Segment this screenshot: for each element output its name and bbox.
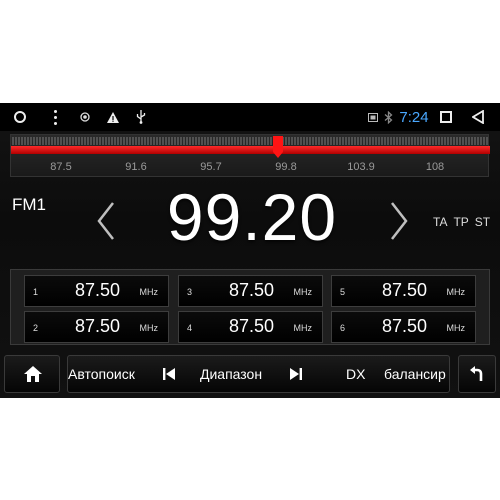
seek-down-chevron-icon[interactable] bbox=[95, 201, 117, 241]
preset-frequency: 87.50 bbox=[382, 280, 428, 300]
preset-unit: MHz bbox=[446, 323, 466, 333]
frequency-scale[interactable]: 87.5 91.6 95.7 99.8 103.9 108 bbox=[10, 134, 490, 177]
flag-st: ST bbox=[474, 215, 491, 229]
skip-back-icon bbox=[163, 368, 175, 380]
return-arrow-icon bbox=[470, 366, 483, 381]
preset-panel: 1 87.50 MHz 3 87.50 MHz 5 87.50 MHz 2 87… bbox=[10, 269, 490, 345]
range-button[interactable]: Диапазон bbox=[200, 356, 262, 392]
preset-number: 5 bbox=[340, 287, 346, 297]
scale-label: 95.7 bbox=[200, 161, 222, 173]
flag-tp: TP bbox=[453, 215, 469, 229]
recents-square-icon[interactable] bbox=[438, 103, 454, 131]
preset-button-3[interactable]: 3 87.50 MHz bbox=[178, 275, 323, 307]
balance-button[interactable]: балансир bbox=[384, 356, 446, 392]
vertical-dots-icon[interactable] bbox=[50, 103, 60, 131]
back-button[interactable] bbox=[458, 355, 496, 393]
preset-unit: MHz bbox=[139, 287, 159, 297]
preset-frequency: 87.50 bbox=[75, 280, 121, 300]
autosearch-button[interactable]: Автопоиск bbox=[68, 356, 135, 392]
preset-button-4[interactable]: 4 87.50 MHz bbox=[178, 311, 323, 343]
status-clock: 7:24 bbox=[399, 108, 429, 126]
home-icon bbox=[24, 366, 42, 382]
tuning-needle[interactable] bbox=[273, 136, 283, 158]
preset-number: 3 bbox=[187, 287, 193, 297]
scale-label: 87.5 bbox=[50, 161, 72, 173]
scale-label: 108 bbox=[425, 161, 445, 173]
preset-button-6[interactable]: 6 87.50 MHz bbox=[331, 311, 476, 343]
preset-unit: MHz bbox=[293, 323, 313, 333]
rds-flags: TA TP ST bbox=[433, 215, 490, 229]
seek-up-chevron-icon[interactable] bbox=[388, 201, 410, 241]
flag-ta: TA bbox=[433, 215, 448, 229]
preset-number: 1 bbox=[33, 287, 39, 297]
control-bar: Автопоиск Диапазон DX балансир bbox=[67, 355, 450, 393]
preset-unit: MHz bbox=[446, 287, 466, 297]
sim-icon bbox=[366, 103, 380, 131]
preset-unit: MHz bbox=[293, 287, 313, 297]
prev-station-button[interactable] bbox=[163, 356, 175, 392]
preset-frequency: 87.50 bbox=[75, 316, 121, 336]
usb-icon bbox=[134, 103, 148, 131]
status-bar: 7:24 bbox=[0, 103, 500, 131]
preset-number: 2 bbox=[33, 323, 39, 333]
dx-button[interactable]: DX bbox=[346, 356, 365, 392]
preset-unit: MHz bbox=[139, 323, 159, 333]
preset-button-1[interactable]: 1 87.50 MHz bbox=[24, 275, 169, 307]
preset-number: 4 bbox=[187, 323, 193, 333]
scale-label: 91.6 bbox=[125, 161, 147, 173]
warning-icon bbox=[106, 103, 120, 131]
scale-label: 99.8 bbox=[275, 161, 297, 173]
circle-home-icon[interactable] bbox=[12, 103, 28, 131]
back-triangle-icon[interactable] bbox=[470, 103, 486, 131]
home-button[interactable] bbox=[4, 355, 60, 393]
skip-forward-icon bbox=[290, 368, 302, 380]
current-frequency: 99.20 bbox=[166, 180, 338, 254]
next-station-button[interactable] bbox=[290, 356, 302, 392]
radio-screen: 7:24 87.5 91.6 95.7 99.8 103.9 108 FM1 9… bbox=[0, 103, 500, 398]
band-label[interactable]: FM1 bbox=[12, 195, 46, 215]
preset-frequency: 87.50 bbox=[382, 316, 428, 336]
scale-label: 103.9 bbox=[347, 161, 375, 173]
gps-icon bbox=[78, 103, 92, 131]
preset-button-2[interactable]: 2 87.50 MHz bbox=[24, 311, 169, 343]
bluetooth-icon bbox=[381, 103, 395, 131]
preset-frequency: 87.50 bbox=[229, 280, 275, 300]
preset-number: 6 bbox=[340, 323, 346, 333]
scale-red-band bbox=[11, 146, 490, 154]
preset-frequency: 87.50 bbox=[229, 316, 275, 336]
preset-button-5[interactable]: 5 87.50 MHz bbox=[331, 275, 476, 307]
